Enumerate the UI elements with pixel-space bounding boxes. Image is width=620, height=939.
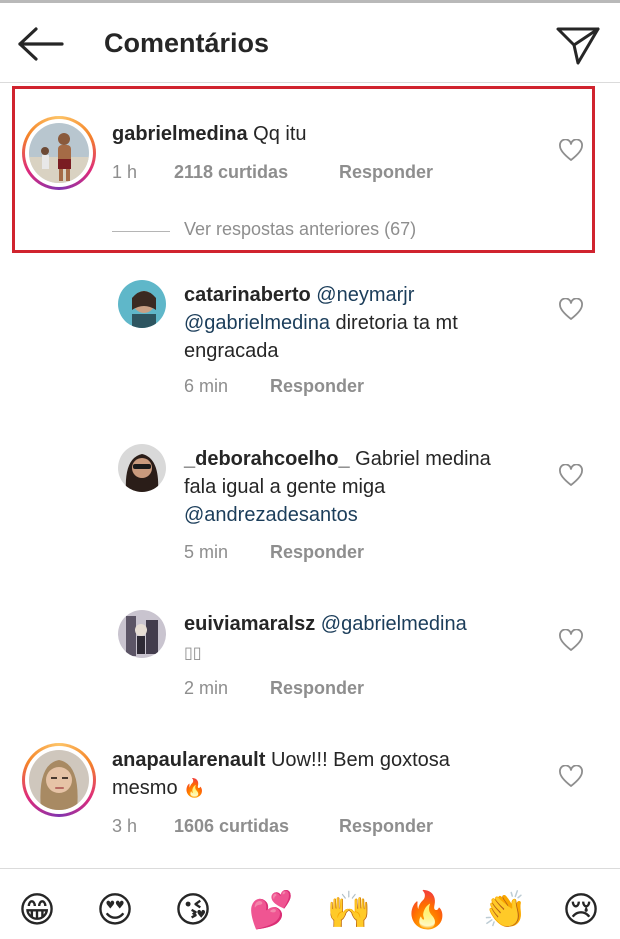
like-button[interactable] (558, 463, 584, 488)
arrow-left-icon (18, 27, 64, 61)
emoji-grin-button[interactable]: 😁 (14, 887, 60, 933)
reply-button[interactable]: Responder (339, 162, 433, 183)
like-button[interactable] (558, 628, 584, 653)
reply-deborahcoelho: _deborahcoelho_ Gabriel medina fala igua… (0, 436, 620, 576)
mention-link[interactable]: @gabrielmedina (184, 312, 330, 334)
username[interactable]: _deborahcoelho_ (184, 448, 350, 470)
avatar[interactable] (118, 610, 166, 658)
comment-anapaularenault: anapaularenault Uow!!! Bem goxtosa mesmo… (0, 738, 620, 858)
heart-icon (559, 764, 583, 787)
divider-dash (112, 231, 170, 232)
heart-icon (559, 138, 583, 161)
like-button[interactable] (558, 764, 584, 789)
page-title: Comentários (104, 28, 270, 58)
username[interactable]: catarinaberto (184, 284, 311, 306)
avatar[interactable] (22, 743, 96, 817)
timestamp: 1 h (112, 162, 138, 182)
emoji-raised-hands-button[interactable]: 🙌 (326, 887, 372, 933)
emoji-heart-eyes-button[interactable]: 😍 (92, 887, 138, 933)
reply-euiviamaralsz: euiviamaralsz @gabrielmedina ▯▯ 2 min Re… (0, 602, 620, 712)
fire-emoji: 🔥 (183, 778, 206, 798)
comment-text: gabrielmedina Qq itu (112, 120, 307, 148)
emoji-bar: 😁 😍 😘 💕 🙌 🔥 👏 😢 (0, 868, 620, 939)
paper-plane-icon (556, 27, 600, 65)
timestamp: 3 h (112, 816, 138, 836)
like-button[interactable] (558, 138, 584, 163)
view-previous-label[interactable]: Ver respostas anteriores (67) (184, 219, 416, 240)
reply-button[interactable]: Responder (270, 678, 364, 699)
reply-button[interactable]: Responder (270, 376, 364, 397)
avatar[interactable] (118, 280, 166, 328)
username[interactable]: euiviamaralsz (184, 613, 315, 635)
likes-count[interactable]: 2118 curtidas (174, 162, 288, 183)
heart-icon (559, 628, 583, 651)
emoji-two-hearts-button[interactable]: 💕 (248, 887, 294, 933)
comment-body-line: engracada (184, 340, 279, 362)
avatar[interactable] (22, 116, 96, 190)
emoji-kiss-button[interactable]: 😘 (170, 887, 216, 933)
send-button[interactable] (554, 23, 602, 67)
comment-text: anapaularenault Uow!!! Bem goxtosa mesmo… (112, 746, 512, 802)
back-button[interactable] (14, 23, 66, 65)
comment-body-line: fala igual a gente miga (184, 476, 386, 498)
timestamp: 6 min (184, 376, 229, 396)
comment-text: catarinaberto @neymarjr @gabrielmedina d… (184, 281, 544, 365)
comment-body: diretoria ta mt (329, 312, 458, 334)
timestamp: 5 min (184, 542, 229, 562)
comment-body: Gabriel medina (349, 448, 491, 470)
likes-count[interactable]: 1606 curtidas (174, 816, 289, 837)
like-button[interactable] (558, 297, 584, 322)
comment-body: Qq itu (253, 123, 307, 145)
timestamp: 2 min (184, 678, 229, 698)
reply-button[interactable]: Responder (270, 542, 364, 563)
mention-link[interactable]: @neymarjr (316, 284, 414, 306)
username[interactable]: anapaularenault (112, 749, 265, 771)
username[interactable]: gabrielmedina (112, 123, 248, 145)
comment-text: _deborahcoelho_ Gabriel medina fala igua… (184, 445, 554, 529)
header: Comentários (0, 3, 620, 83)
comment-text: euiviamaralsz @gabrielmedina ▯▯ (184, 610, 554, 668)
mention-link[interactable]: @gabrielmedina (321, 613, 467, 635)
emoji-clap-button[interactable]: 👏 (482, 887, 528, 933)
heart-icon (559, 463, 583, 486)
emoji-cry-button[interactable]: 😢 (558, 887, 604, 933)
reply-button[interactable]: Responder (339, 816, 433, 837)
comment-body-line: mesmo (112, 777, 178, 799)
avatar[interactable] (118, 444, 166, 492)
heart-icon (559, 297, 583, 320)
mention-link[interactable]: @andrezadesantos (184, 504, 358, 526)
reply-catarinaberto: catarinaberto @neymarjr @gabrielmedina d… (0, 270, 620, 410)
comment-body: Uow!!! Bem goxtosa (265, 749, 450, 771)
emoji-fire-button[interactable]: 🔥 (404, 887, 450, 933)
comment-body-line: ▯▯ (184, 645, 202, 662)
